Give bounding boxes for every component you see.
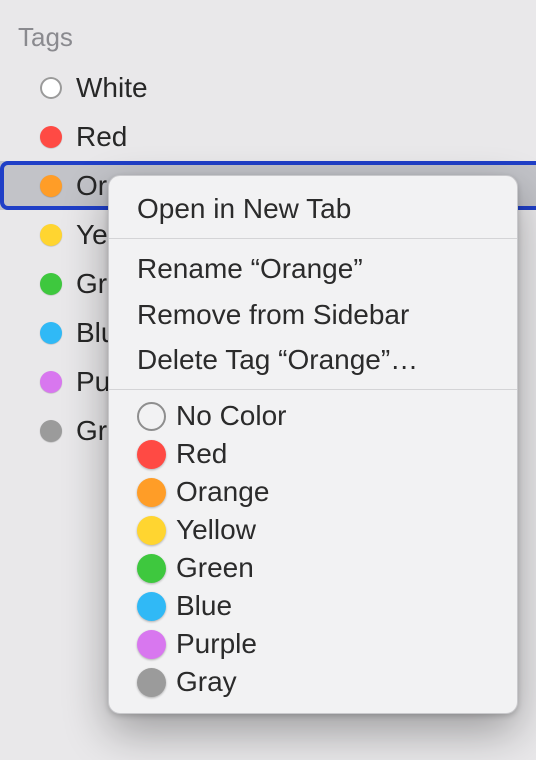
green-swatch-icon [137, 554, 166, 583]
menu-separator [109, 238, 517, 239]
color-label: No Color [176, 400, 286, 432]
context-menu: Open in New Tab Rename “Orange” Remove f… [108, 175, 518, 714]
menu-delete-tag[interactable]: Delete Tag “Orange”… [109, 337, 517, 382]
tag-dot-grey-icon [40, 420, 62, 442]
menu-color-no-color[interactable]: No Color [109, 397, 517, 435]
tag-dot-yellow-icon [40, 224, 62, 246]
menu-color-purple[interactable]: Purple [109, 625, 517, 663]
color-label: Orange [176, 476, 269, 508]
tag-item-red[interactable]: Red [0, 112, 536, 161]
color-label: Yellow [176, 514, 256, 546]
color-label: Purple [176, 628, 257, 660]
color-label: Blue [176, 590, 232, 622]
red-swatch-icon [137, 440, 166, 469]
menu-color-red[interactable]: Red [109, 435, 517, 473]
purple-swatch-icon [137, 630, 166, 659]
tag-label: Red [76, 121, 127, 153]
color-label: Red [176, 438, 227, 470]
menu-open-new-tab[interactable]: Open in New Tab [109, 186, 517, 231]
menu-color-yellow[interactable]: Yellow [109, 511, 517, 549]
menu-color-orange[interactable]: Orange [109, 473, 517, 511]
tag-dot-purple-icon [40, 371, 62, 393]
color-label: Gray [176, 666, 237, 698]
menu-rename[interactable]: Rename “Orange” [109, 246, 517, 291]
tag-dot-blue-icon [40, 322, 62, 344]
yellow-swatch-icon [137, 516, 166, 545]
tag-dot-red-icon [40, 126, 62, 148]
menu-color-gray[interactable]: Gray [109, 663, 517, 701]
tag-dot-green-icon [40, 273, 62, 295]
menu-separator [109, 389, 517, 390]
no-color-swatch-icon [137, 402, 166, 431]
menu-color-blue[interactable]: Blue [109, 587, 517, 625]
tag-item-white[interactable]: White [0, 63, 536, 112]
menu-remove-sidebar[interactable]: Remove from Sidebar [109, 292, 517, 337]
menu-color-green[interactable]: Green [109, 549, 517, 587]
gray-swatch-icon [137, 668, 166, 697]
blue-swatch-icon [137, 592, 166, 621]
tag-dot-white-icon [40, 77, 62, 99]
color-label: Green [176, 552, 254, 584]
orange-swatch-icon [137, 478, 166, 507]
tag-dot-orange-icon [40, 175, 62, 197]
tags-section-header: Tags [0, 20, 536, 63]
tag-label: White [76, 72, 148, 104]
